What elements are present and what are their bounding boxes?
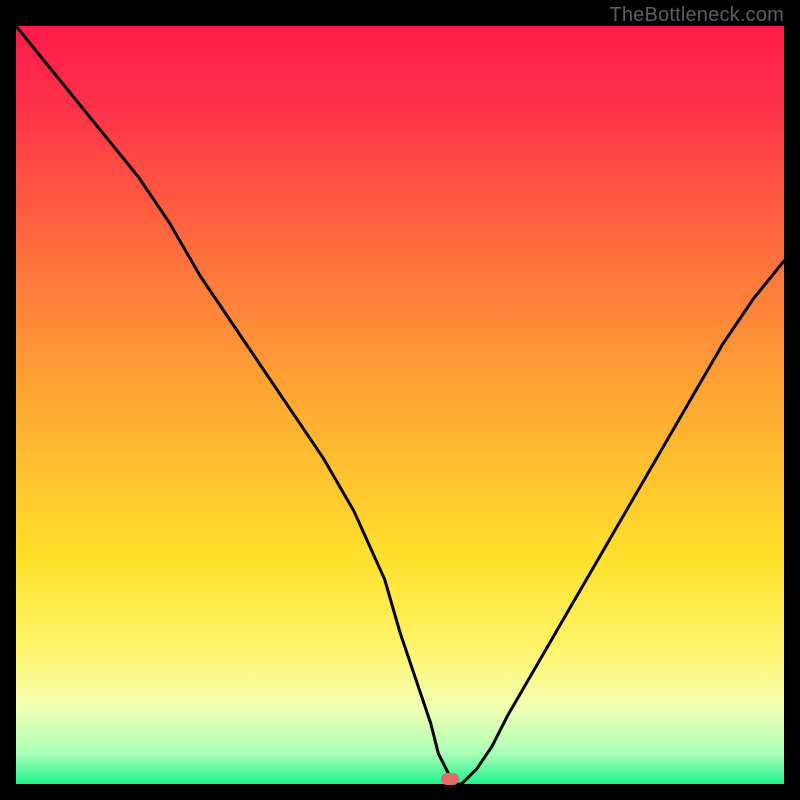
watermark-text: TheBottleneck.com bbox=[609, 4, 784, 27]
bottleneck-curve bbox=[16, 26, 784, 784]
chart-stage: TheBottleneck.com bbox=[0, 0, 800, 800]
plot-area bbox=[16, 26, 784, 784]
